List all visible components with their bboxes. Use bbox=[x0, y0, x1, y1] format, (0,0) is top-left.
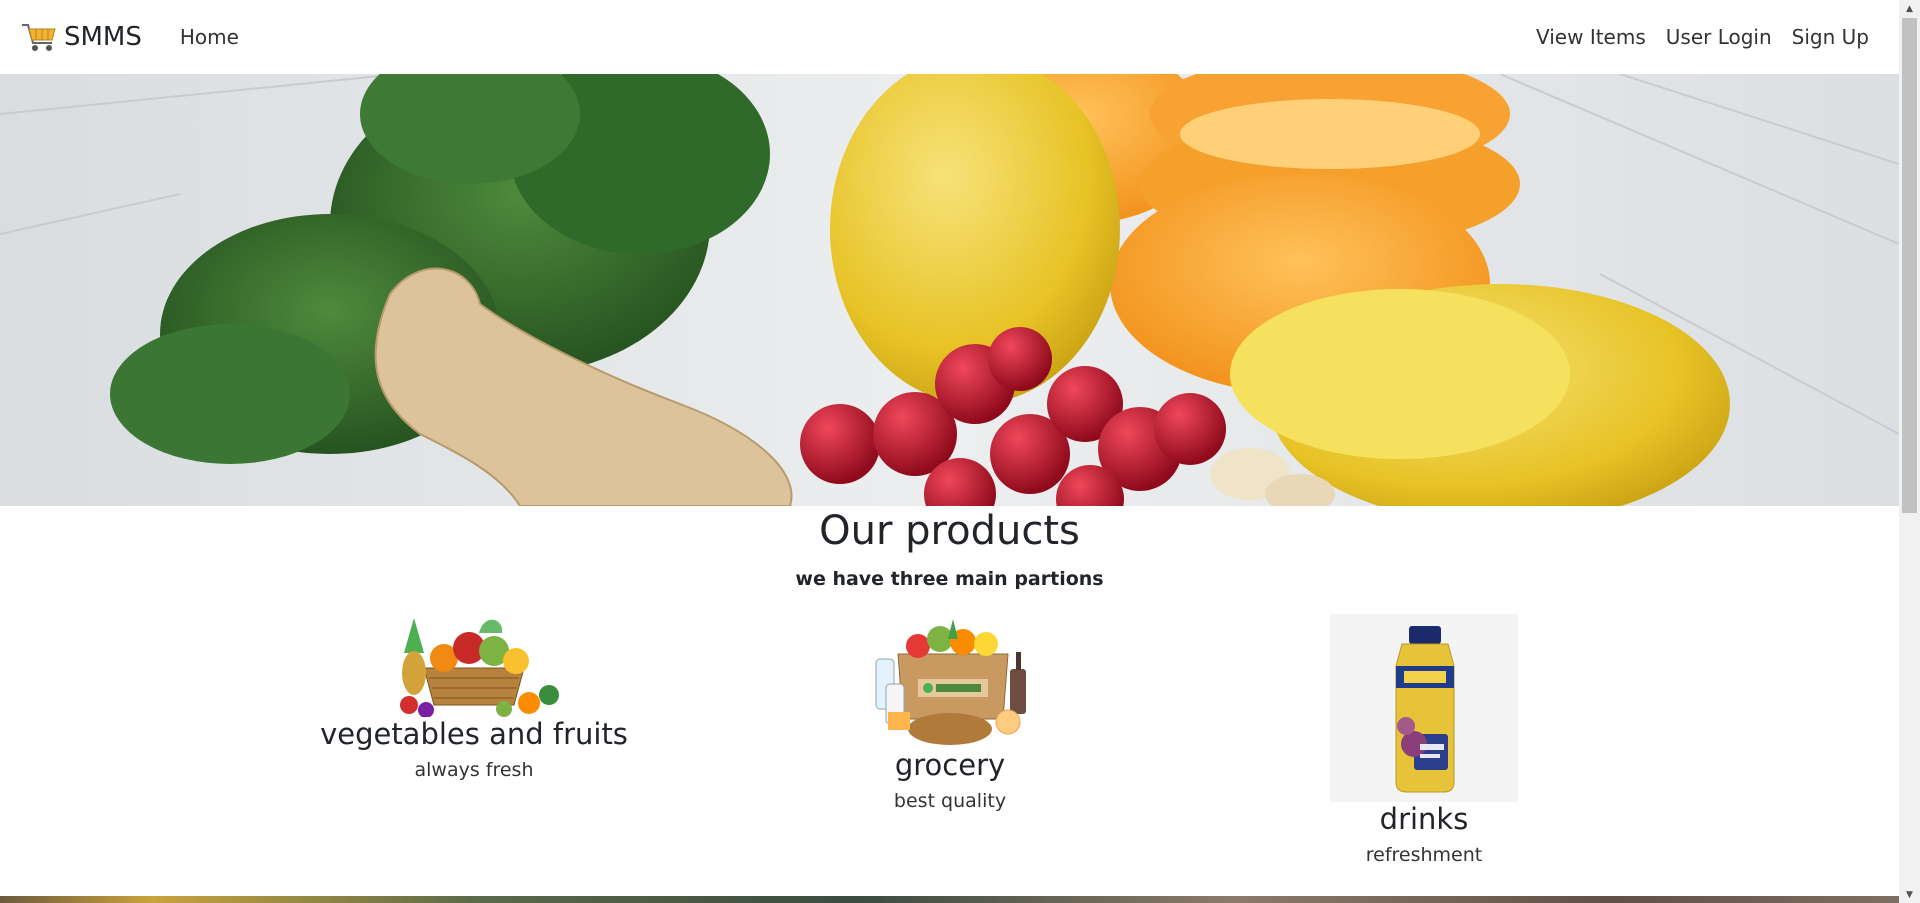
shopping-cart-icon bbox=[22, 24, 56, 51]
navbar: SMMS Home View Items User Login Sign Up bbox=[0, 0, 1899, 74]
brand-name: SMMS bbox=[64, 22, 142, 52]
product-card-vegetables: vegetables and fruits always fresh bbox=[314, 613, 634, 781]
scroll-down-arrow-icon[interactable]: ▼ bbox=[1899, 886, 1920, 903]
product-text-vegetables: always fresh bbox=[414, 759, 534, 781]
product-card-grocery: grocery best quality bbox=[830, 614, 1070, 812]
brand-link[interactable]: SMMS bbox=[20, 19, 142, 55]
hero-banner-image bbox=[0, 74, 1899, 506]
drinks-bottle-image bbox=[1330, 614, 1518, 802]
nav-sign-up-link[interactable]: Sign Up bbox=[1782, 0, 1869, 74]
vegetables-fruits-image bbox=[384, 613, 564, 717]
products-subheading: we have three main partions bbox=[795, 568, 1104, 590]
footer-banner-image bbox=[0, 896, 1899, 903]
nav-home-link[interactable]: Home bbox=[170, 0, 249, 74]
scrollbar-thumb[interactable] bbox=[1902, 18, 1917, 513]
grocery-box-image bbox=[858, 614, 1042, 748]
product-title-drinks: drinks bbox=[1379, 802, 1469, 836]
product-title-grocery: grocery bbox=[894, 748, 1006, 782]
scroll-up-arrow-icon[interactable]: ▲ bbox=[1899, 0, 1920, 17]
product-card-drinks: drinks refreshment bbox=[1309, 614, 1539, 866]
nav-view-items-link[interactable]: View Items bbox=[1526, 0, 1656, 74]
product-text-grocery: best quality bbox=[893, 790, 1007, 812]
nav-user-login-link[interactable]: User Login bbox=[1656, 0, 1782, 74]
page-scrollbar[interactable]: ▲ ▼ bbox=[1899, 0, 1920, 903]
product-text-drinks: refreshment bbox=[1365, 844, 1483, 866]
products-heading: Our products bbox=[819, 508, 1080, 554]
product-title-vegetables: vegetables and fruits bbox=[320, 717, 628, 751]
